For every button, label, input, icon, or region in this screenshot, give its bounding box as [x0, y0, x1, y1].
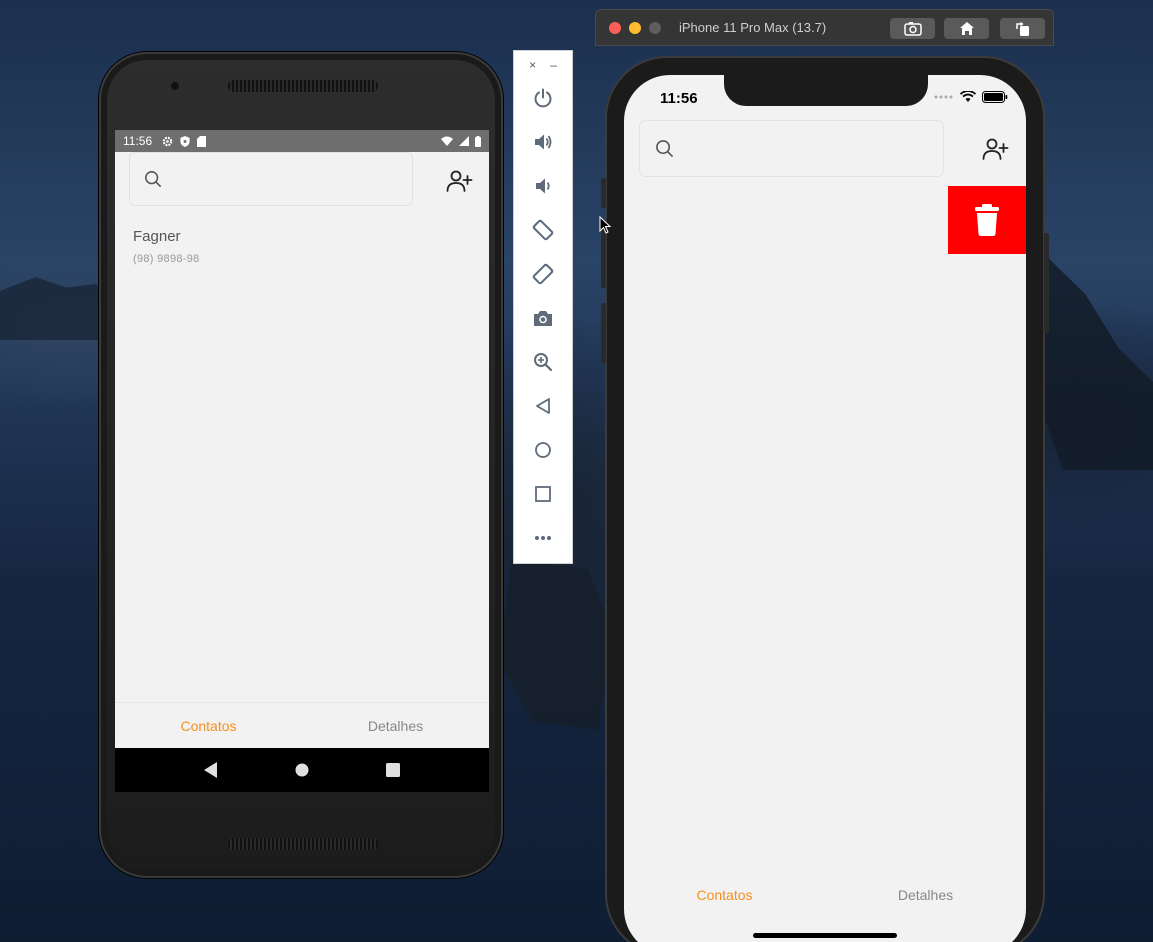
camera-icon	[534, 311, 552, 326]
tab-contatos[interactable]: Contatos	[624, 875, 825, 915]
rotate-right-button[interactable]	[532, 263, 554, 285]
cellular-dots-icon	[934, 95, 953, 99]
android-device: 11:56 Fagner (98) 9898-98 Contatos Detal…	[99, 52, 503, 878]
window-close-button[interactable]	[609, 21, 621, 34]
add-user-icon	[982, 138, 1009, 160]
power-icon	[534, 88, 552, 108]
delete-contact-button[interactable]	[948, 186, 1026, 254]
rotate-right-icon	[532, 263, 554, 285]
tab-contatos[interactable]: Contatos	[115, 703, 302, 748]
volume-up-icon	[535, 134, 552, 150]
rotate-left-button[interactable]	[532, 219, 554, 241]
ios-screen: 11:56 Contatos Detalhes	[624, 75, 1026, 942]
trash-icon	[975, 204, 999, 236]
home-icon	[959, 22, 974, 35]
contact-name: Fagner	[133, 228, 181, 245]
android-status-bar: 11:56	[115, 130, 489, 152]
contact-phone: (98) 9898-98	[133, 253, 200, 265]
home-button[interactable]	[532, 439, 554, 461]
rotate-left-icon	[532, 219, 554, 241]
recents-square-icon[interactable]	[386, 763, 401, 777]
sd-card-icon	[197, 135, 207, 147]
overview-button[interactable]	[532, 483, 554, 505]
home-circle-icon[interactable]	[295, 763, 309, 777]
home-indicator[interactable]	[753, 933, 897, 938]
rotate-icon	[1015, 21, 1029, 36]
bottom-tab-bar: Contatos Detalhes	[115, 702, 489, 748]
more-button[interactable]	[532, 527, 554, 549]
earpiece-speaker	[228, 80, 378, 92]
volume-down-key	[601, 303, 606, 363]
close-button[interactable]: ×	[529, 57, 536, 77]
sim-home-button[interactable]	[944, 18, 989, 39]
add-contact-button[interactable]	[445, 167, 473, 195]
mouse-cursor-icon	[599, 216, 611, 234]
ios-status-time: 11:56	[660, 90, 698, 107]
search-input[interactable]	[129, 152, 413, 206]
sim-screenshot-button[interactable]	[890, 18, 935, 39]
back-button[interactable]	[532, 395, 554, 417]
battery-icon	[475, 135, 481, 147]
android-screen: 11:56 Fagner (98) 9898-98 Contatos Detal…	[115, 130, 489, 792]
volume-down-icon	[536, 178, 550, 194]
add-contact-button[interactable]	[981, 135, 1009, 163]
search-icon	[145, 171, 161, 187]
more-icon	[535, 536, 551, 540]
back-icon	[536, 398, 550, 414]
add-user-icon	[446, 170, 473, 192]
simulator-title: iPhone 11 Pro Max (13.7)	[679, 20, 827, 35]
simulator-title-bar: iPhone 11 Pro Max (13.7)	[595, 9, 1054, 46]
bottom-speaker	[228, 838, 378, 850]
sim-rotate-button[interactable]	[1000, 18, 1045, 39]
iphone-device: 11:56 Contatos Detalhes	[601, 56, 1049, 942]
search-input[interactable]	[639, 120, 944, 177]
notch	[724, 75, 928, 106]
android-nav-bar	[115, 748, 489, 792]
wifi-icon	[441, 136, 453, 146]
zoom-icon	[534, 353, 553, 372]
zoom-button[interactable]	[532, 351, 554, 373]
side-key	[1044, 233, 1049, 333]
shield-icon	[180, 135, 190, 147]
volume-up-key	[601, 228, 606, 288]
list-item[interactable]: Fagner (98) 9898-98	[133, 228, 200, 265]
power-button[interactable]	[532, 87, 554, 109]
overview-icon	[535, 486, 551, 502]
search-icon	[656, 140, 673, 157]
battery-icon	[982, 91, 1008, 103]
mute-switch	[601, 178, 606, 208]
bottom-tab-bar: Contatos Detalhes	[624, 875, 1026, 915]
screenshot-icon	[903, 22, 922, 36]
wifi-icon	[960, 91, 976, 102]
volume-down-button[interactable]	[532, 175, 554, 197]
screenshot-button[interactable]	[532, 307, 554, 329]
status-time: 11:56	[123, 134, 153, 148]
volume-up-button[interactable]	[532, 131, 554, 153]
minimize-button[interactable]: –	[550, 57, 557, 77]
window-minimize-button[interactable]	[629, 21, 641, 34]
tab-detalhes[interactable]: Detalhes	[825, 875, 1026, 915]
home-icon	[535, 442, 551, 458]
emulator-toolbar: × –	[513, 50, 573, 564]
front-camera	[171, 82, 179, 90]
signal-icon	[459, 136, 469, 146]
window-zoom-button[interactable]	[649, 21, 661, 34]
settings-gear-icon	[162, 136, 173, 146]
back-triangle-icon[interactable]	[203, 762, 218, 778]
tab-detalhes[interactable]: Detalhes	[302, 703, 489, 748]
